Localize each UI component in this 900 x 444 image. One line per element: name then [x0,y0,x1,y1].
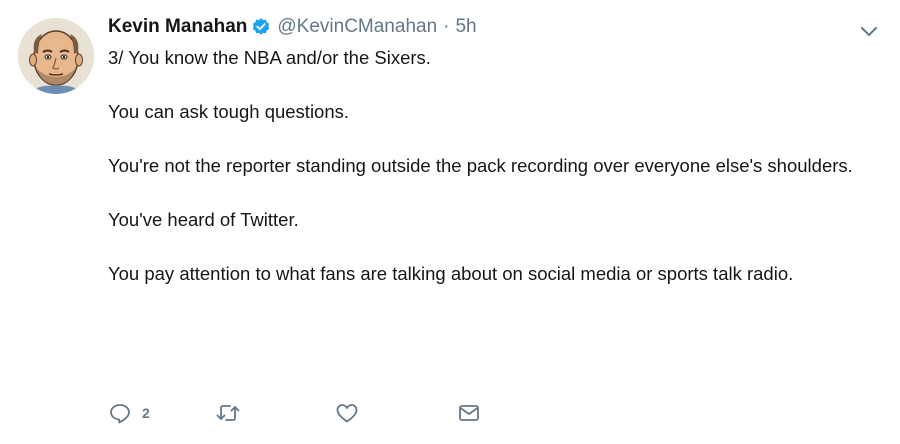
header-separator: · [443,16,450,37]
tweet-paragraph: You've heard of Twitter. [108,209,299,230]
tweet-card[interactable]: Kevin Manahan @KevinCManahan · 5h 3/ You… [0,0,900,444]
tweet-header: Kevin Manahan @KevinCManahan · 5h [108,12,878,42]
verified-badge-icon [251,17,271,37]
like-icon [335,401,359,425]
reply-icon [108,401,132,425]
reply-button[interactable]: 2 [108,401,150,425]
tweet-paragraph: You can ask tough questions. [108,101,350,122]
tweet-paragraph: You pay attention to what fans are talki… [108,263,794,284]
retweet-button[interactable] [215,401,241,425]
direct-message-button[interactable] [457,401,481,425]
retweet-icon [215,401,241,425]
tweet-timestamp[interactable]: 5h [455,16,476,38]
tweet-content: Kevin Manahan @KevinCManahan · 5h 3/ You… [108,12,878,287]
like-button[interactable] [335,401,359,425]
tweet-paragraph: 3/ You know the NBA and/or the Sixers. [108,47,431,68]
author-name[interactable]: Kevin Manahan [108,16,247,38]
chevron-down-icon[interactable] [858,20,880,42]
tweet-actions: 2 [108,398,481,428]
avatar[interactable] [18,18,94,94]
direct-message-icon [457,401,481,425]
tweet-text: 3/ You know the NBA and/or the Sixers. Y… [108,44,878,287]
tweet-paragraph: You're not the reporter standing outside… [108,155,853,176]
reply-count: 2 [142,405,150,421]
author-handle[interactable]: @KevinCManahan [277,16,437,38]
